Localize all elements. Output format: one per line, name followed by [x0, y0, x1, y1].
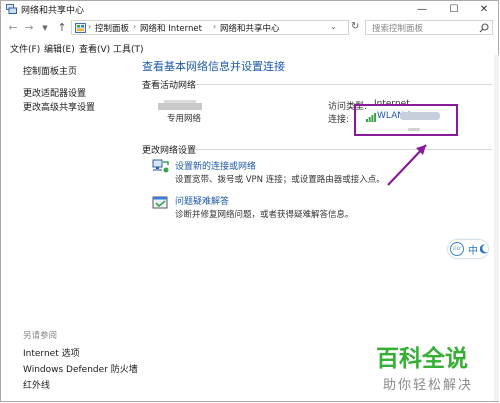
section-divider: [194, 149, 492, 150]
left-navigation-pane: 控制面板主页 更改适配器设置 更改高级共享设置 另请参阅 Internet 选项…: [1, 55, 138, 401]
moon-icon[interactable]: [480, 244, 488, 254]
change-network-settings-heading: 更改网络设置: [142, 146, 197, 156]
link-change-advanced-sharing[interactable]: 更改高级共享设置: [23, 100, 95, 113]
section-divider: [194, 84, 492, 85]
annotation-highlight-box: [354, 104, 458, 136]
breadcrumb-separator-icon: ›: [88, 22, 92, 31]
breadcrumb-separator-icon: ›: [213, 22, 217, 31]
ime-toolbar[interactable]: iFLY 中: [448, 240, 488, 258]
menu-view[interactable]: 查看(V): [79, 42, 110, 55]
address-bar[interactable]: › 控制面板 › 网络和 Internet › 网络和共享中心 ⌄: [71, 20, 349, 35]
back-arrow-icon[interactable]: ←: [7, 21, 19, 35]
ime-mode-label[interactable]: 中: [468, 242, 478, 257]
network-sharing-center-window: 网络和共享中心 — ☐ ✕ ← → ▼ ↑ › 控制面板 › 网络和 Inter…: [0, 0, 499, 402]
troubleshoot-link[interactable]: 问题疑难解答: [175, 194, 229, 207]
recent-locations-chevron-icon[interactable]: ▼: [39, 21, 51, 35]
link-control-panel-home[interactable]: 控制面板主页: [23, 64, 77, 77]
control-panel-icon: [75, 23, 86, 33]
vertical-scrollbar[interactable]: [494, 55, 499, 401]
menu-edit[interactable]: 编辑(E): [44, 42, 75, 55]
close-button[interactable]: ✕: [469, 1, 499, 18]
watermark-logo: 百科全说: [376, 345, 468, 370]
setup-new-connection-description: 设置宽带、拨号或 VPN 连接；或设置路由器或接入点。: [175, 175, 385, 185]
connections-label: 连接:: [328, 115, 350, 125]
troubleshoot-description: 诊断并修复网络问题，或者获得疑难解答信息。: [175, 210, 354, 220]
active-networks-heading: 查看活动网络: [142, 81, 197, 91]
link-infrared[interactable]: 红外线: [23, 378, 50, 391]
ifly-logo-icon: iFLY: [450, 242, 464, 256]
maximize-button[interactable]: ☐: [439, 1, 469, 18]
page-title: 查看基本网络信息并设置连接: [142, 60, 285, 73]
search-icon: [479, 23, 489, 33]
link-change-adapter-settings[interactable]: 更改适配器设置: [23, 86, 86, 99]
window-title: 网络和共享中心: [21, 6, 85, 16]
network-name-blurred: [158, 103, 202, 110]
troubleshoot-icon: [152, 196, 168, 209]
setup-new-connection-link[interactable]: 设置新的连接或网络: [175, 159, 256, 172]
watermark-subtitle: 助你轻松解决: [383, 378, 474, 393]
link-internet-options[interactable]: Internet 选项: [23, 346, 80, 359]
title-bar: 网络和共享中心 — ☐ ✕: [1, 1, 498, 18]
watermark-title-text: 百科全说: [376, 345, 468, 370]
breadcrumb-network-internet[interactable]: 网络和 Internet: [140, 22, 202, 34]
menu-bar: 文件(F) 编辑(E) 查看(V) 工具(T): [1, 41, 498, 55]
forward-arrow-icon[interactable]: →: [23, 21, 35, 35]
breadcrumb-control-panel[interactable]: 控制面板: [95, 22, 129, 34]
network-type: 专用网络: [167, 114, 202, 124]
menu-tools[interactable]: 工具(T): [113, 42, 144, 55]
network-center-icon: [6, 4, 17, 14]
menu-file[interactable]: 文件(F): [10, 42, 40, 55]
annotation-arrow: [387, 144, 427, 186]
refresh-icon[interactable]: ↻: [351, 21, 359, 32]
see-also-heading: 另请参阅: [23, 331, 58, 341]
new-connection-icon: [152, 159, 169, 173]
search-input[interactable]: 搜索控制面板: [365, 20, 493, 35]
breadcrumb-network-sharing-center[interactable]: 网络和共享中心: [220, 22, 280, 34]
up-arrow-icon[interactable]: ↑: [56, 21, 68, 35]
minimize-button[interactable]: —: [407, 1, 437, 18]
breadcrumb-separator-icon: ›: [133, 22, 137, 31]
search-placeholder: 搜索控制面板: [372, 24, 424, 34]
address-dropdown-icon[interactable]: ⌄: [330, 22, 337, 31]
link-windows-defender-firewall[interactable]: Windows Defender 防火墙: [23, 362, 138, 375]
